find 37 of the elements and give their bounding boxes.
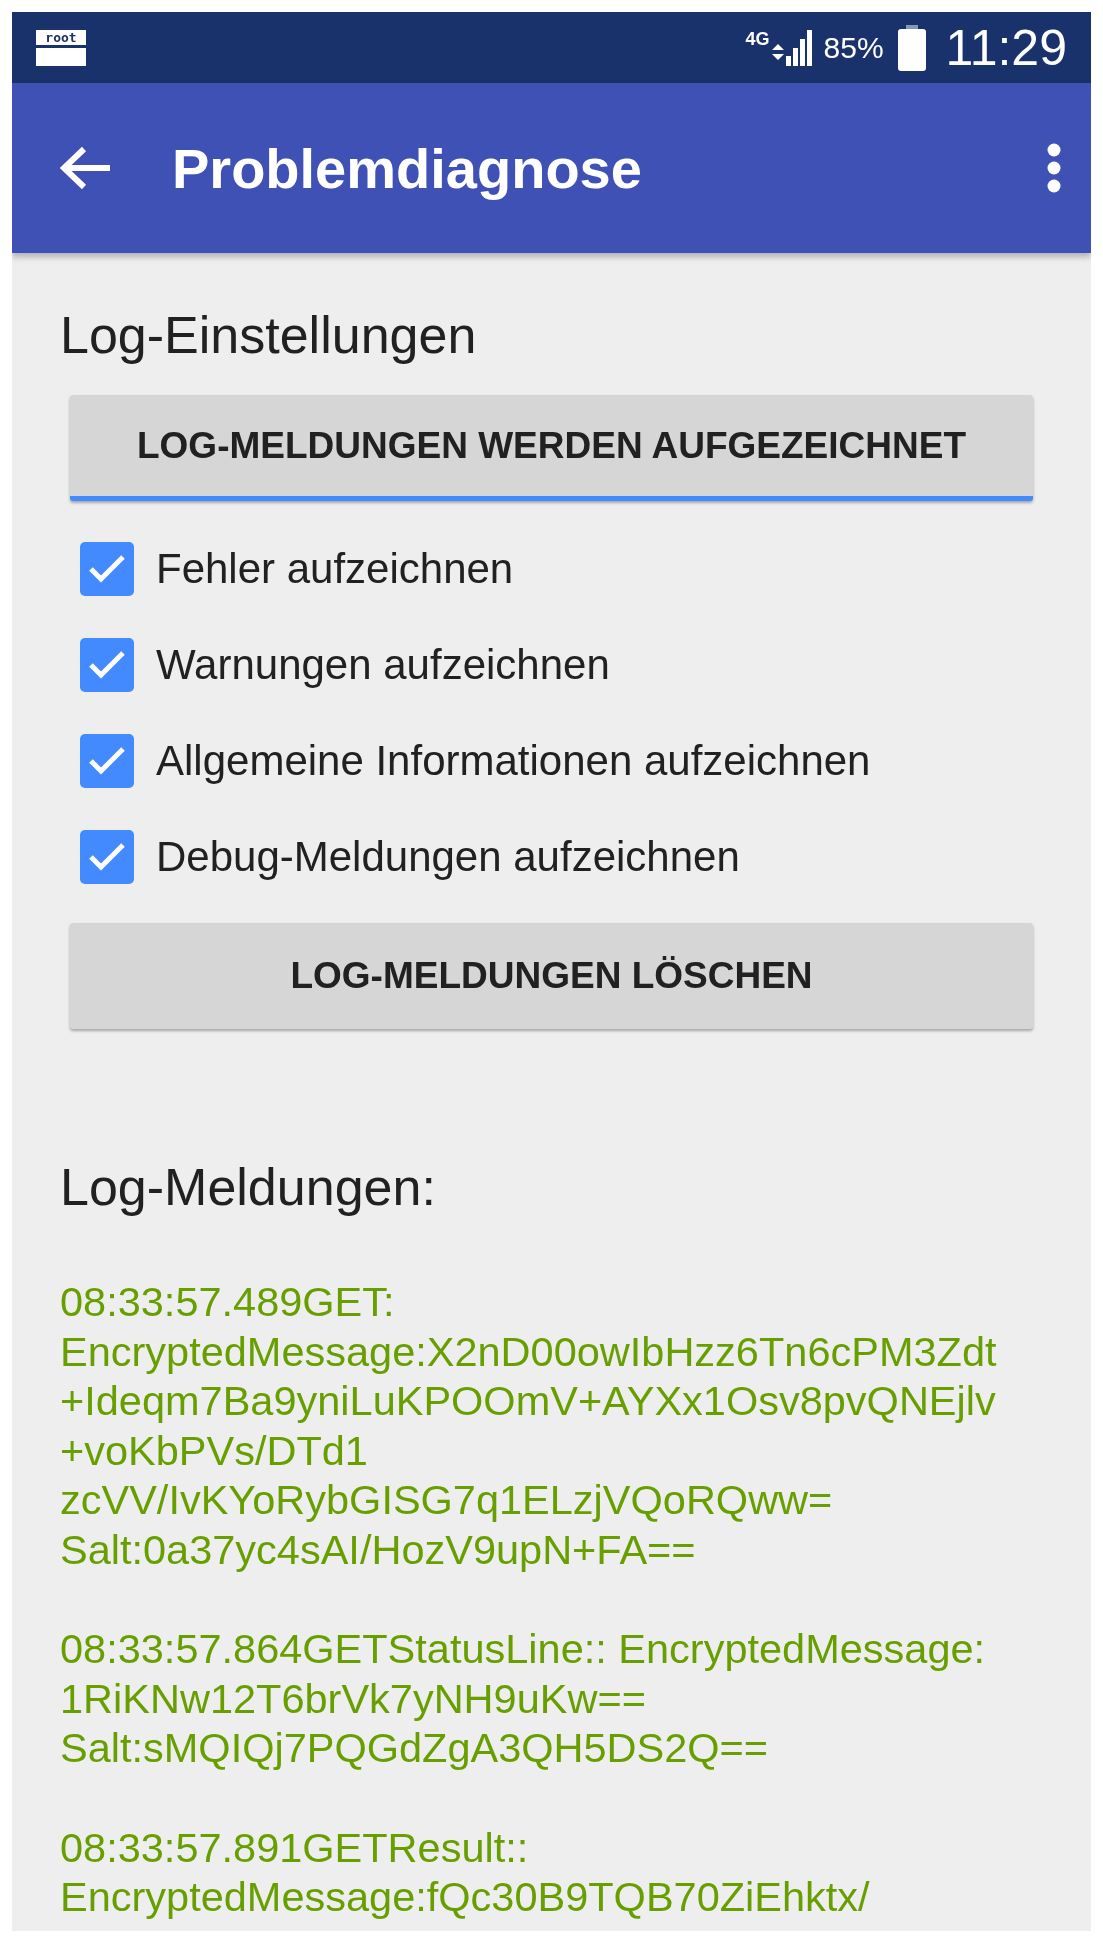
checkbox[interactable] (80, 830, 134, 884)
check-icon (88, 746, 126, 776)
log-line: Salt:0a37yc4sAI/HozV9upN+FA== (60, 1524, 697, 1574)
signal-icon (771, 29, 814, 66)
checkbox[interactable] (80, 734, 134, 788)
check-icon (88, 842, 126, 872)
log-line: EncryptedMessage:X2nD00owIbHzz6Tn6cPM3Zdt (60, 1326, 998, 1376)
log-line: +Ideqm7Ba9yniLuKPOOmV+AYXx1Osv8pvQNEjlv (60, 1376, 997, 1426)
back-arrow-icon[interactable] (60, 146, 112, 190)
more-options-icon[interactable] (1047, 143, 1061, 193)
log-line: 08:33:57.891GETResult:: (60, 1822, 530, 1872)
checkbox[interactable] (80, 542, 134, 596)
battery-percent: 85% (823, 30, 884, 65)
root-badge: root (36, 29, 86, 45)
network-type: 4G (745, 29, 770, 48)
battery-icon (897, 24, 926, 71)
log-line: 1RiKNw12T6brVk7yNH9uKw== (60, 1673, 647, 1723)
screen-title: Problemdiagnose (172, 135, 643, 201)
badge-bar (36, 47, 86, 66)
logging-toggle-button[interactable]: LOG-MELDUNGEN WERDEN AUFGEZEICHNET (70, 395, 1033, 501)
checkbox[interactable] (80, 638, 134, 692)
check-icon (88, 554, 126, 584)
log-line: EncryptedMessage:fQc30B9TQB70ZiEhktx/ (60, 1872, 871, 1922)
clear-log-button[interactable]: LOG-MELDUNGEN LÖSCHEN (70, 923, 1033, 1029)
clock: 11:29 (945, 18, 1067, 77)
log-line: +voKbPVs/DTd1 (60, 1425, 369, 1475)
check-icon (88, 650, 126, 680)
log-line: 08:33:57.489GET: (60, 1277, 396, 1327)
section-heading: Log-Einstellungen (60, 305, 478, 365)
log-line: 08:33:57.864GETStatusLine:: EncryptedMessage: (60, 1624, 987, 1674)
checkbox-label: Fehler aufzeichnen (156, 545, 514, 593)
log-line: Salt:sMQIQj7PQGdZgA3QH5DS2Q== (60, 1723, 770, 1773)
section-heading: Log-Meldungen: (60, 1157, 437, 1217)
checkbox-label: Debug-Meldungen aufzeichnen (156, 833, 740, 881)
checkbox-label: Allgemeine Informationen aufzeichnen (156, 737, 871, 785)
log-line: zcVV/IvKYoRybGISG7q1ELzjVQoRQww= (60, 1475, 834, 1525)
checkbox-label: Warnungen aufzeichnen (156, 641, 610, 689)
